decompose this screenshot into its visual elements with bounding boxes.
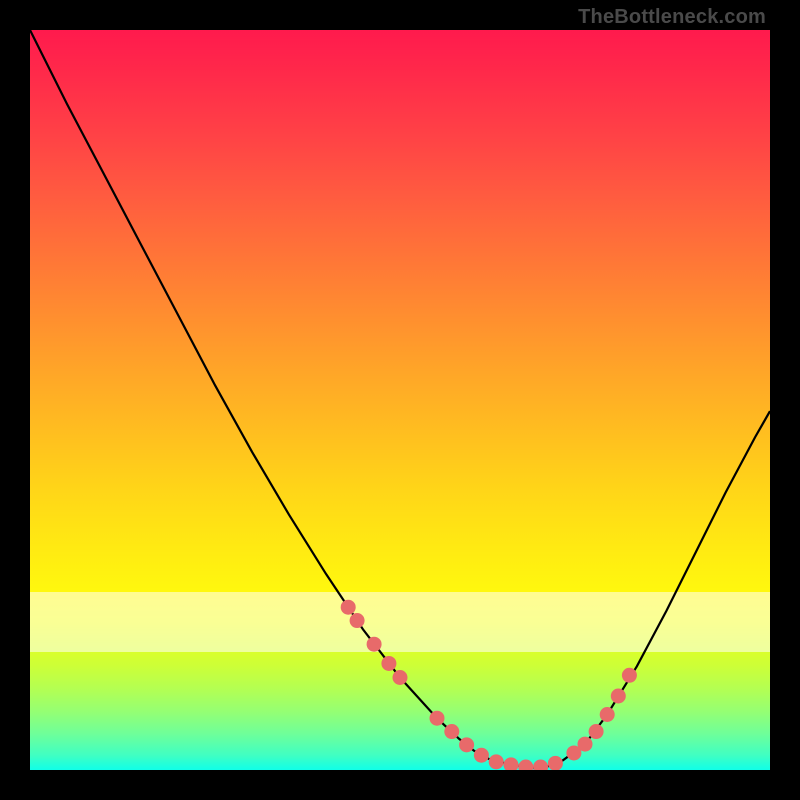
marker-point: [489, 754, 504, 769]
marker-point: [393, 670, 408, 685]
marker-point: [381, 656, 396, 671]
bottleneck-curve: [30, 30, 770, 768]
marker-point: [504, 757, 519, 770]
marker-point: [600, 707, 615, 722]
marker-point: [474, 748, 489, 763]
plot-area: [30, 30, 770, 770]
chart-frame: TheBottleneck.com: [0, 0, 800, 800]
marker-point: [622, 668, 637, 683]
marker-point: [367, 637, 382, 652]
marker-point: [350, 613, 365, 628]
marker-point: [578, 737, 593, 752]
curve-svg: [30, 30, 770, 770]
marker-point: [341, 600, 356, 615]
marker-point: [589, 724, 604, 739]
watermark-text: TheBottleneck.com: [578, 6, 766, 29]
marker-point: [611, 689, 626, 704]
marker-point: [430, 711, 445, 726]
marker-point: [444, 724, 459, 739]
marker-point: [459, 737, 474, 752]
marker-point: [533, 760, 548, 770]
marker-group: [341, 600, 637, 770]
marker-point: [518, 760, 533, 770]
marker-point: [548, 756, 563, 770]
